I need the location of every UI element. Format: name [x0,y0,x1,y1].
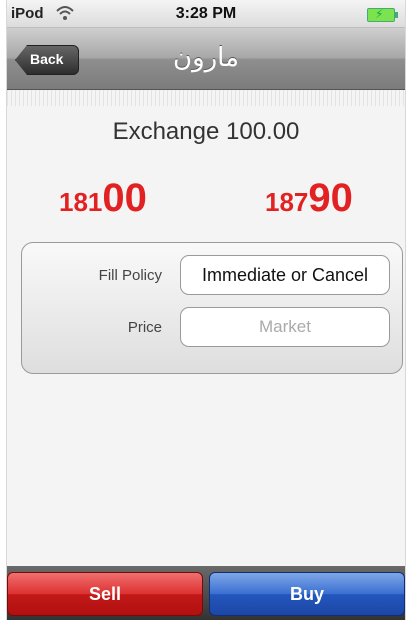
status-bar: iPod 3:28 PM ⚡ [7,0,405,28]
buy-price-prefix: 187 [265,187,309,217]
action-bar: Sell Buy [7,566,405,620]
status-time: 3:28 PM [175,5,237,22]
buy-price: 18790 [265,176,353,221]
fill-policy-label: Fill Policy [98,267,162,284]
navigation-bar: Back مارون [7,28,405,90]
price-field[interactable] [180,307,390,347]
price-input[interactable] [181,307,389,347]
sell-price-prefix: 181 [59,187,103,217]
order-form: Fill Policy Immediate or Cancel Price [21,242,403,374]
price-label: Price [127,319,162,336]
page-title: مارون [172,42,240,72]
sell-price: 18100 [59,176,147,221]
buy-price-emphasis: 90 [308,176,353,220]
back-button-label: Back [30,51,64,67]
fill-policy-row: Fill Policy Immediate or Cancel [22,255,402,295]
fill-policy-field[interactable]: Immediate or Cancel [180,255,390,295]
buy-button[interactable]: Buy [209,572,405,616]
main-content: Exchange 100.00 18100 18790 Fill Policy … [7,90,405,566]
price-row: Price [22,307,402,347]
sell-button[interactable]: Sell [7,572,203,616]
sell-price-emphasis: 00 [102,176,147,220]
back-button[interactable]: Back [15,45,79,75]
exchange-label: Exchange 100.00 [112,118,300,145]
ruler-strip [7,90,405,106]
fill-policy-value: Immediate or Cancel [201,264,369,285]
battery-charging-icon: ⚡ [367,7,398,22]
app-frame: iPod 3:28 PM ⚡ Back مارون Exchange 100.0… [6,0,406,620]
